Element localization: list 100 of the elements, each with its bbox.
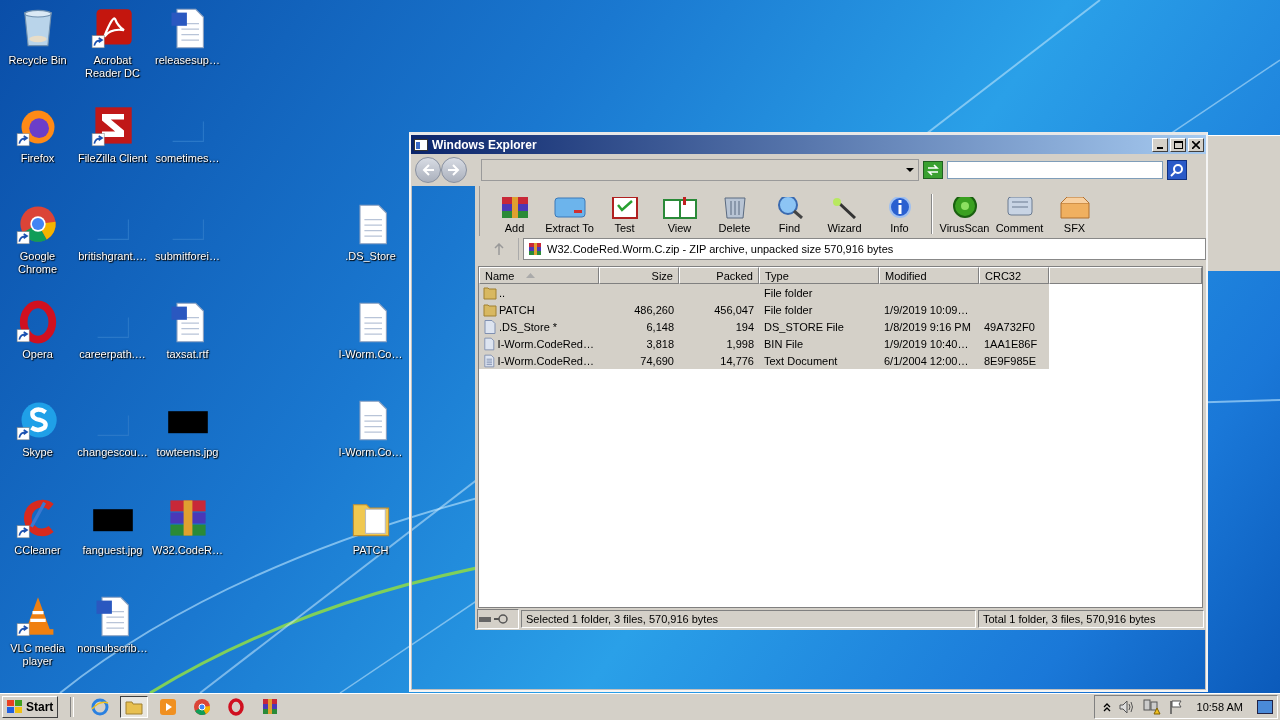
file-row[interactable]: .DS_Store * 6,148 194 DS_STORE File 1/8/2019 9:16 PM 49A732F0 — [479, 318, 1049, 335]
search-button[interactable] — [1167, 160, 1187, 180]
column-header[interactable]: CRC32 — [979, 267, 1049, 284]
table-cell: 49A732F0 — [984, 320, 1035, 333]
network-warning-icon[interactable] — [1142, 699, 1161, 715]
forward-button[interactable] — [441, 157, 467, 183]
window-icon — [414, 138, 428, 151]
status-text: Selected 1 folder, 3 files, 570,916 bytes — [521, 610, 976, 628]
folder-icon — [125, 698, 144, 716]
icon-label[interactable]: submitforei… — [149, 250, 226, 263]
table-cell: 1/9/2019 10:40… — [884, 337, 969, 350]
icon-label[interactable]: VLC media player — [0, 642, 76, 668]
icon-label[interactable]: Skype — [0, 446, 76, 459]
icon-label[interactable]: britishgrant.… — [74, 250, 151, 263]
toolbar-button[interactable]: Delete — [708, 188, 761, 234]
toolbar-button[interactable]: Extract To — [543, 188, 596, 234]
column-header[interactable]: Packed — [679, 267, 759, 284]
file-row[interactable]: I-Worm.CodeRed… 3,818 1,998 BIN File 1/9/2019 10:40… 1AA1E86F — [479, 335, 1049, 352]
toolbar-button[interactable]: SFX — [1048, 188, 1101, 234]
table-cell: 6/1/2004 12:00… — [884, 354, 969, 367]
table-cell: 6,148 — [646, 320, 674, 333]
icon-label[interactable]: Firefox — [0, 152, 76, 165]
column-header[interactable]: Type — [759, 267, 879, 284]
toolbar-button[interactable]: Comment — [993, 188, 1046, 234]
icon-label[interactable]: sometimes… — [149, 152, 226, 165]
pdf-app-icon[interactable] — [90, 6, 135, 50]
file-row[interactable]: PATCH 486,260 456,047 File folder 1/9/2019 10:09… — [479, 301, 1049, 318]
archive-icon — [528, 242, 542, 256]
toolbar-button[interactable]: View — [653, 188, 706, 234]
table-cell: 1/9/2019 10:09… — [884, 303, 969, 316]
ftp-app-icon[interactable] — [90, 104, 135, 148]
toolbar-button[interactable]: Wizard — [818, 188, 871, 234]
flag-icon[interactable] — [1168, 700, 1183, 714]
icon-label[interactable]: releasesup… — [149, 54, 226, 67]
icon-label[interactable]: fanguest.jpg — [74, 544, 151, 557]
table-cell: 74,690 — [640, 354, 674, 367]
key-drive-icon — [478, 614, 510, 624]
sort-arrow-icon — [526, 273, 536, 278]
icon-label[interactable]: I-Worm.Co… — [332, 446, 409, 459]
archive-icon — [261, 698, 280, 716]
column-header[interactable]: Modified — [879, 267, 979, 284]
close-button[interactable] — [1188, 137, 1204, 152]
file-row[interactable]: I-Worm.CodeRed… 74,690 14,776 Text Document 6/1/2004 12:00… 8E9F985E — [479, 352, 1049, 369]
column-header[interactable]: Name — [479, 267, 599, 284]
back-button[interactable] — [415, 157, 441, 183]
table-cell: Text Document — [764, 354, 838, 367]
icon-label[interactable]: nonsubscrib… — [74, 642, 151, 655]
icon-label[interactable]: Acrobat Reader DC — [74, 54, 151, 80]
back-arrow-icon — [421, 164, 435, 176]
caret-icon — [906, 168, 914, 172]
search-icon — [1170, 163, 1184, 177]
icon-label[interactable]: taxsat.rtf — [149, 348, 226, 361]
folder-icon — [483, 285, 497, 300]
file-row[interactable]: .. File folder — [479, 284, 1049, 301]
maximize-icon — [1173, 140, 1183, 149]
start-button[interactable]: Start — [2, 696, 59, 718]
search-field[interactable] — [947, 161, 1163, 179]
toolbar-button[interactable]: Test — [598, 188, 651, 234]
path-field[interactable]: W32.CodeRed.Worm.C.zip - ZIP archive, unpacked size 570,916 bytes — [523, 238, 1206, 260]
speaker-icon[interactable] — [1118, 700, 1135, 714]
minimize-button[interactable] — [1152, 137, 1168, 152]
icon-label[interactable]: changescou… — [74, 446, 151, 459]
maximize-button[interactable] — [1170, 137, 1186, 152]
clock[interactable]: 10:58 AM — [1196, 701, 1243, 713]
icon-label[interactable]: towteens.jpg — [149, 446, 226, 459]
drawer-icon — [551, 197, 588, 219]
column-header[interactable]: Size — [599, 267, 679, 284]
taskbar-button[interactable] — [120, 696, 149, 718]
icon-label[interactable]: Google Chrome — [0, 250, 76, 276]
icon-label[interactable]: CCleaner — [0, 544, 76, 557]
toolbar-button[interactable]: Info — [873, 188, 926, 234]
toolbar-button[interactable]: Find — [763, 188, 816, 234]
icon-label[interactable]: PATCH — [332, 544, 409, 557]
file-icon — [483, 353, 496, 368]
browser-icon — [193, 698, 212, 716]
swap-arrows-icon — [926, 164, 940, 176]
table-cell: 3,818 — [646, 337, 674, 350]
icon-label[interactable]: Opera — [0, 348, 76, 361]
close-icon — [1192, 140, 1200, 149]
table-cell: 486,260 — [634, 303, 674, 316]
file-icon — [483, 336, 496, 351]
icon-label[interactable]: FileZilla Client — [74, 152, 151, 165]
icon-label[interactable]: .DS_Store — [332, 250, 409, 263]
media-player-icon — [159, 698, 178, 716]
book-icon — [661, 197, 698, 219]
refresh-button[interactable] — [923, 161, 943, 179]
icon-label[interactable]: Recycle Bin — [0, 54, 76, 67]
table-cell: PATCH — [499, 303, 535, 316]
minimize-icon — [1157, 146, 1163, 149]
toolbar-button[interactable]: Add — [488, 188, 541, 234]
show-desktop-icon[interactable] — [1257, 700, 1273, 714]
chevron-up-icon[interactable] — [1102, 702, 1111, 712]
toolbar-button[interactable]: VirusScan — [938, 188, 991, 234]
path-text: W32.CodeRed.Worm.C.zip - ZIP archive, unpacked size 570,916 bytes — [547, 243, 894, 255]
table-cell: 1,998 — [726, 337, 754, 350]
icon-label[interactable]: careerpath.… — [74, 348, 151, 361]
icon-label[interactable]: I-Worm.Co… — [332, 348, 409, 361]
address-field[interactable] — [481, 159, 919, 181]
icon-label[interactable]: W32.CodeR… — [149, 544, 226, 557]
up-arrow-icon — [493, 243, 504, 255]
